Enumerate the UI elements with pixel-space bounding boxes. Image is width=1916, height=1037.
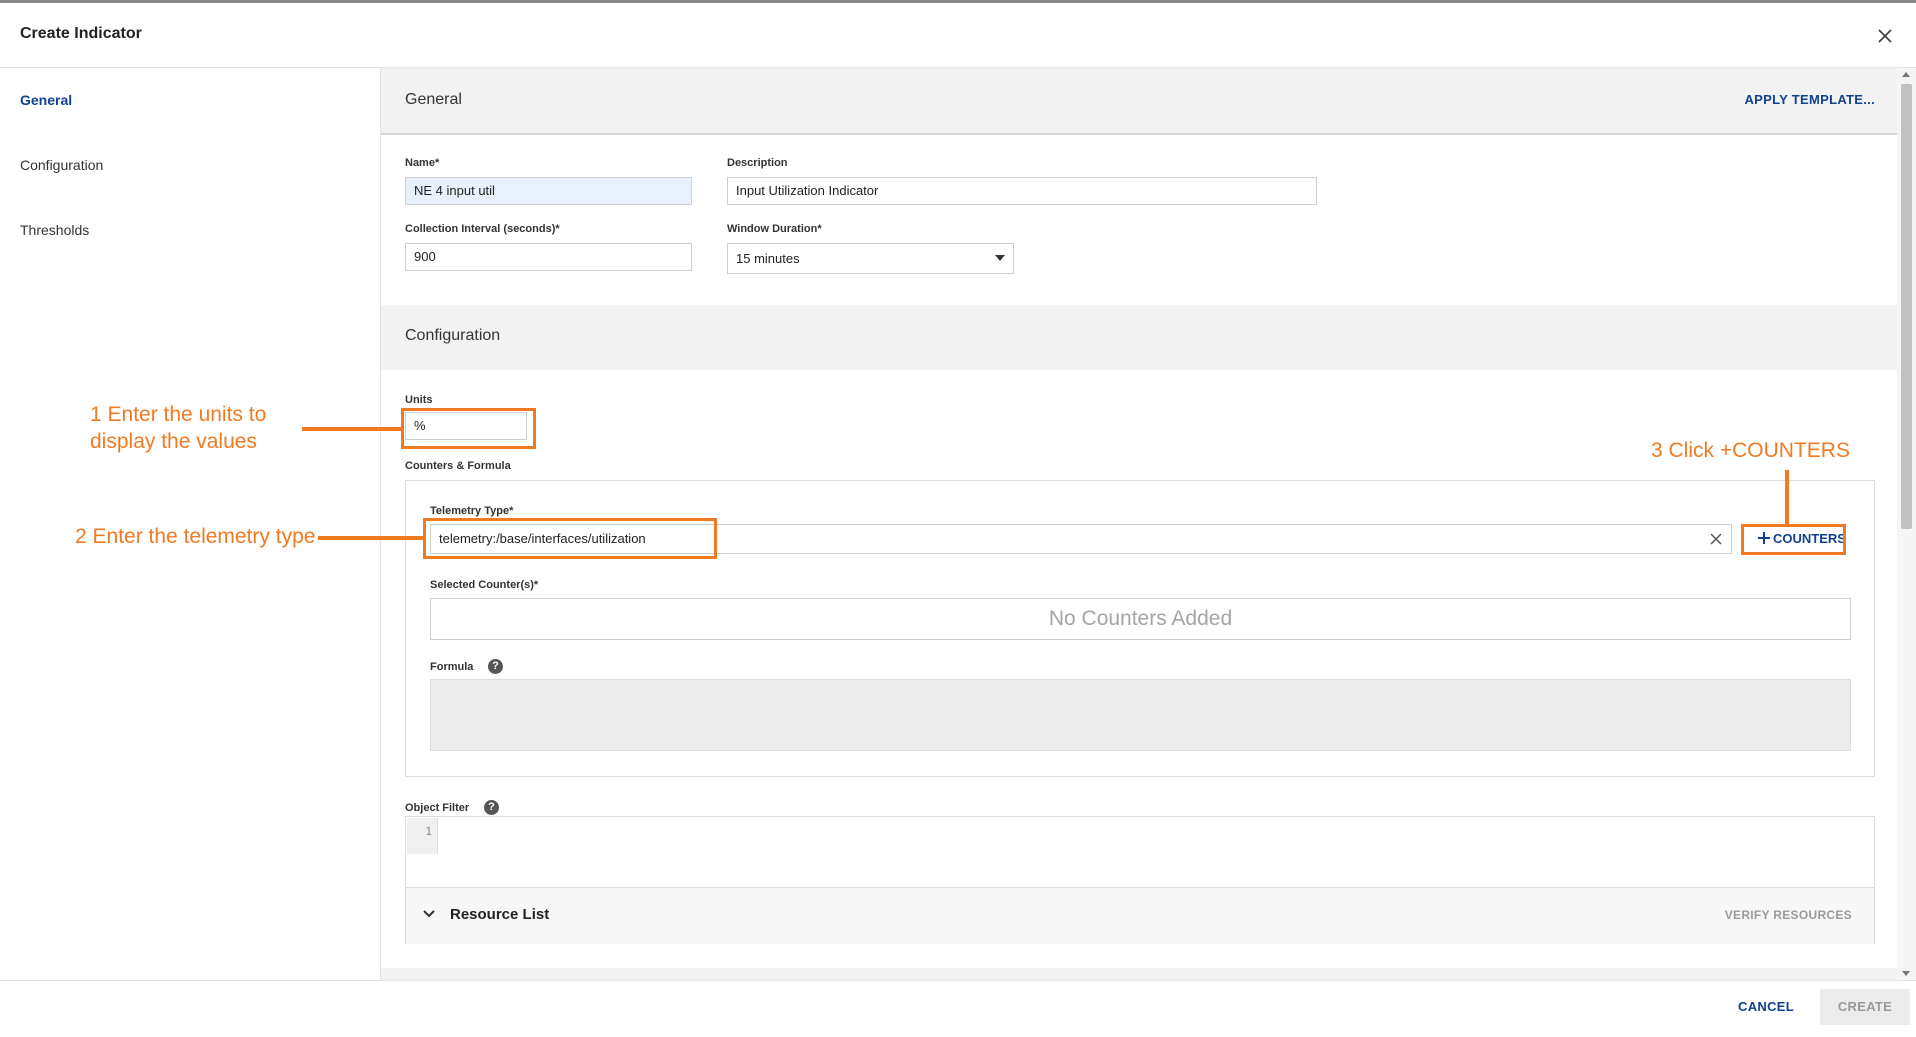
configuration-section-header: Configuration — [381, 305, 1897, 370]
annotation-telemetry-highlight — [423, 518, 717, 559]
name-label: Name* — [405, 157, 440, 169]
formula-field[interactable] — [430, 679, 1851, 751]
annotation-step3-arrow — [1785, 470, 1789, 526]
chevron-down-icon — [422, 907, 436, 926]
object-filter-help-icon[interactable]: ? — [484, 800, 499, 815]
description-label: Description — [727, 157, 788, 169]
sidebar-item-thresholds[interactable]: Thresholds — [20, 222, 89, 238]
scroll-thumb[interactable] — [1901, 84, 1912, 529]
scroll-down-icon[interactable] — [1902, 971, 1910, 976]
close-icon[interactable] — [1872, 23, 1898, 49]
annotation-step2: 2 Enter the telemetry type — [75, 525, 316, 548]
description-input[interactable]: Input Utilization Indicator — [727, 177, 1317, 205]
units-label: Units — [405, 394, 433, 406]
line-gutter: 1 — [407, 818, 438, 854]
general-heading: General — [405, 91, 462, 108]
collection-interval-label: Collection Interval (seconds)* — [405, 223, 560, 235]
dialog-footer: CANCEL CREATE — [0, 980, 1916, 1037]
annotation-step1-line1: 1 Enter the units to — [90, 403, 267, 426]
verify-resources-button[interactable]: VERIFY RESOURCES — [1725, 908, 1852, 922]
window-duration-label: Window Duration* — [727, 223, 822, 235]
window-duration-select[interactable]: 15 minutes — [727, 243, 1014, 274]
apply-template-button[interactable]: APPLY TEMPLATE... — [1744, 92, 1875, 107]
sidebar-item-general[interactable]: General — [20, 92, 72, 108]
annotation-step1-line2: display the values — [90, 430, 257, 453]
clear-icon[interactable] — [1707, 530, 1725, 558]
window-duration-value: 15 minutes — [736, 251, 800, 266]
resource-list-label: Resource List — [450, 906, 550, 923]
formula-help-icon[interactable]: ? — [488, 659, 503, 674]
object-filter-label: Object Filter — [405, 802, 470, 814]
create-button[interactable]: CREATE — [1820, 989, 1910, 1025]
formula-label: Formula — [430, 661, 474, 673]
annotation-units-highlight — [401, 408, 536, 449]
annotation-step1-arrow — [302, 427, 402, 431]
telemetry-type-label: Telemetry Type* — [430, 505, 514, 517]
annotation-step3: 3 Click +COUNTERS — [1651, 439, 1850, 462]
line-number: 1 — [425, 825, 432, 838]
collection-interval-input[interactable]: 900 — [405, 243, 692, 271]
sidebar-item-configuration[interactable]: Configuration — [20, 157, 103, 173]
caret-down-icon — [995, 255, 1005, 261]
counters-formula-label: Counters & Formula — [405, 460, 511, 472]
selected-counters-box: No Counters Added — [430, 598, 1851, 640]
section-divider — [381, 968, 1897, 980]
annotation-step2-arrow — [318, 536, 424, 540]
selected-counters-label: Selected Counter(s)* — [430, 579, 539, 591]
cancel-button[interactable]: CANCEL — [1738, 999, 1794, 1014]
resource-list-header[interactable]: Resource List VERIFY RESOURCES — [406, 887, 1874, 944]
name-input[interactable]: NE 4 input util — [405, 177, 692, 205]
dialog-title: Create Indicator — [20, 25, 142, 42]
scrollbar[interactable] — [1897, 68, 1916, 980]
scroll-up-icon[interactable] — [1902, 72, 1910, 77]
dialog-header: Create Indicator — [0, 3, 1916, 68]
configuration-heading: Configuration — [405, 327, 501, 344]
annotation-counters-highlight — [1741, 524, 1846, 555]
general-section-header: General APPLY TEMPLATE... — [381, 68, 1897, 135]
object-filter-editor[interactable] — [438, 818, 1874, 886]
object-filter-panel: 1 Resource List VERIFY RESOURCES — [405, 816, 1875, 944]
